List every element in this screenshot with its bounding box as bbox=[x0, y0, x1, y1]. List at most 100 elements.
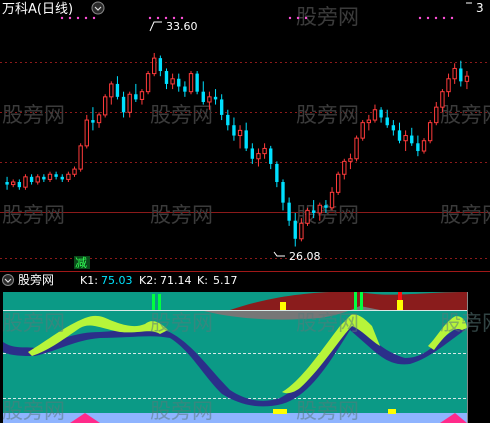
candle bbox=[177, 73, 181, 92]
low-label: 26.08 bbox=[289, 250, 321, 263]
watermark-text: 股旁网 bbox=[440, 203, 490, 227]
candle-body bbox=[213, 96, 218, 100]
candle bbox=[416, 135, 420, 157]
candle-body bbox=[115, 83, 120, 97]
candle bbox=[72, 166, 77, 177]
candle bbox=[348, 153, 353, 170]
watermark-text: 股旁网 bbox=[440, 103, 490, 127]
reduce-marker: 减 bbox=[75, 256, 87, 270]
candle-body bbox=[54, 174, 58, 177]
candle-body bbox=[109, 83, 114, 98]
candle bbox=[403, 130, 408, 152]
candle bbox=[366, 114, 372, 131]
candle bbox=[91, 107, 95, 131]
red-signal-bar bbox=[398, 292, 402, 300]
signal-dot bbox=[76, 16, 80, 20]
watermark-text: 股旁网 bbox=[2, 399, 65, 423]
candle-body bbox=[403, 135, 408, 142]
k1-value: 75.03 bbox=[101, 274, 133, 287]
candle-body bbox=[275, 163, 279, 182]
candle-body bbox=[299, 222, 304, 240]
high-annotation: 33.60 bbox=[149, 20, 198, 33]
candle-body bbox=[379, 109, 383, 118]
candle-body bbox=[145, 73, 151, 93]
candle-body bbox=[311, 210, 316, 213]
watermark-text: 股旁网 bbox=[2, 203, 65, 227]
candle-body bbox=[91, 120, 95, 123]
candle-body bbox=[372, 109, 378, 121]
watermark-text: 股旁网 bbox=[440, 311, 490, 335]
candle bbox=[354, 135, 359, 162]
candle-body bbox=[427, 122, 433, 142]
candle-body bbox=[250, 148, 255, 159]
title-dropdown-icon[interactable] bbox=[91, 1, 105, 15]
candle-body bbox=[360, 122, 365, 139]
candle bbox=[379, 107, 383, 123]
candle-body bbox=[201, 91, 205, 102]
candle-body bbox=[164, 71, 169, 84]
candle bbox=[96, 112, 102, 128]
candle bbox=[232, 117, 236, 141]
candle bbox=[269, 145, 273, 170]
candle-body bbox=[5, 182, 9, 185]
candle-body bbox=[256, 153, 261, 160]
candle bbox=[256, 148, 261, 167]
candle bbox=[17, 179, 22, 190]
candle-body bbox=[195, 73, 199, 92]
candle bbox=[152, 52, 157, 77]
k2-value: 71.14 bbox=[160, 274, 192, 287]
k1-label: K1: bbox=[80, 274, 98, 287]
candle bbox=[342, 158, 347, 180]
candle bbox=[410, 127, 414, 146]
candle bbox=[109, 81, 114, 105]
watermark-text: 股旁网 bbox=[2, 311, 65, 335]
signal-dots bbox=[60, 16, 454, 20]
candle bbox=[421, 138, 427, 154]
candle-body bbox=[207, 96, 212, 103]
candle bbox=[121, 91, 126, 118]
indicator-panel: 股旁网 股旁网 股旁网 股旁网 股旁网 股旁网 股旁网 bbox=[2, 292, 490, 423]
signal-dot bbox=[288, 16, 292, 20]
candle-body bbox=[440, 91, 445, 108]
candle-body bbox=[366, 119, 372, 124]
candle bbox=[360, 120, 365, 141]
candle-body bbox=[121, 96, 126, 113]
candle bbox=[35, 174, 40, 185]
candle-body bbox=[434, 106, 439, 124]
candle-body bbox=[96, 114, 102, 124]
candle bbox=[127, 91, 132, 118]
candle bbox=[78, 143, 83, 172]
watermark-text: 股旁网 bbox=[296, 103, 359, 127]
candle-body bbox=[72, 168, 77, 175]
signal-dot bbox=[164, 16, 168, 20]
candle bbox=[183, 81, 187, 97]
candle-body bbox=[17, 182, 22, 188]
candle-body bbox=[410, 135, 414, 144]
candle bbox=[452, 63, 457, 84]
signal-dot bbox=[180, 16, 184, 20]
price-grid bbox=[0, 62, 490, 259]
indicator-dropdown-icon[interactable] bbox=[2, 274, 14, 286]
yellow-signal-bar bbox=[397, 300, 403, 310]
candle-body bbox=[11, 181, 16, 186]
candlestick-series bbox=[5, 52, 470, 247]
candle bbox=[329, 187, 335, 211]
green-signal-bar bbox=[360, 292, 363, 310]
candle bbox=[29, 174, 34, 185]
candle-body bbox=[29, 176, 34, 182]
candle-body bbox=[84, 119, 89, 147]
watermark-text: 股旁网 bbox=[296, 399, 359, 423]
candle-body bbox=[342, 160, 347, 175]
signal-dot bbox=[450, 16, 454, 20]
candle-body bbox=[42, 176, 46, 180]
k2-label: K2: bbox=[139, 274, 157, 287]
yellow-bottom-marker bbox=[273, 409, 287, 414]
candle bbox=[5, 176, 9, 190]
candle-body bbox=[329, 191, 335, 209]
candle-body bbox=[244, 130, 248, 149]
chart-title: 万科A(日线) bbox=[2, 2, 73, 17]
chart-canvas: 股旁网 股旁网 股旁网 股旁网 股旁网 股旁网 股旁网 股旁网 股旁网 万科A(… bbox=[0, 1, 490, 423]
candle-body bbox=[60, 176, 64, 180]
candle-body bbox=[237, 129, 243, 137]
candle bbox=[237, 125, 243, 149]
